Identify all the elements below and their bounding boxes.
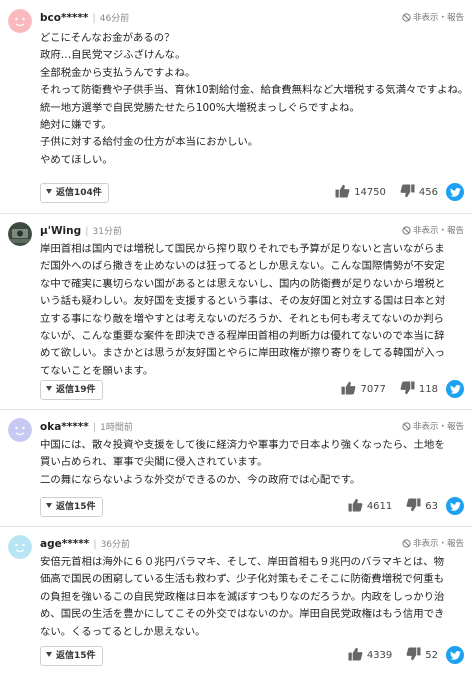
dislike-count: 118 <box>418 383 438 395</box>
dislike-count: 52 <box>425 649 438 661</box>
comment-line: 政府…自民党マジふざけんな。 <box>40 49 186 62</box>
comment-line: 全部税金から支払うんですよね。 <box>40 66 196 79</box>
hide-report-icon <box>402 13 411 22</box>
comment-body: 岸田首相は国内では増税して国民から搾り取りそれでも予算が足りないと言いながらま … <box>40 241 462 380</box>
hide-report-icon <box>402 422 411 431</box>
thumbs-down-icon[interactable] <box>406 497 421 515</box>
replies-button[interactable]: 返信15件 <box>40 646 103 666</box>
hide-report-label: 非表示・報告 <box>412 422 464 432</box>
comment-line: の負担を強いるこの自民党政権は日本を滅ぼすつもりなのだろうか。内政をしっかり治 <box>40 590 445 603</box>
comment-line: 統一地方選挙で自民党勝たせたら100%大増税まっしぐらですよね。 <box>40 101 360 114</box>
comment-line: 二の舞にならないような外交ができるのか、今の政府では心配です。 <box>40 473 361 486</box>
comment-line: 価高で国民の困窮している生活も救わず、少子化対策もそこそこに防衛費増税で何重も <box>40 573 444 586</box>
comment-line: それって防衛費や子供手当、育休10割給付金、給食費無料など大増税する気満々ですよ… <box>40 84 462 97</box>
hide-report-label: 非表示・報告 <box>412 13 464 23</box>
divider: | <box>92 13 96 24</box>
comment-line: 岸田首相は国内では増税して国民から搾り取りそれでも予算が足りないと言いながらま <box>40 243 445 255</box>
hide-report-link[interactable]: 非表示・報告 <box>402 419 464 435</box>
comment-line: 子供に対する給付金の仕方が本当におかしい。 <box>40 136 259 149</box>
thumbs-down-icon[interactable] <box>400 183 415 201</box>
hide-report-label: 非表示・報告 <box>412 226 464 236</box>
username[interactable]: bco***** <box>40 12 88 24</box>
twitter-icon[interactable] <box>446 646 464 664</box>
timestamp: 1時間前 <box>100 423 133 433</box>
comment-line: どこにそんなお金があるの？ <box>40 32 175 44</box>
comment-line: 立する事になり敵を増やすとは考えないのだろうか、それとも何も考えてないのか判ら <box>40 312 444 325</box>
comment-header: bco***** | 46分前 <box>40 10 129 26</box>
twitter-icon[interactable] <box>446 183 464 201</box>
comment-actions: 4611 63 <box>348 494 464 518</box>
comment-actions: 4339 52 <box>348 643 464 667</box>
like-count: 4611 <box>366 500 393 512</box>
hide-report-icon <box>402 539 411 548</box>
comment-line: め、国民の生活を豊かにしてこその外交ではないのか。岸田自民党政権はもう信用でき <box>40 608 445 621</box>
like-count: 4339 <box>366 649 393 661</box>
replies-label: 返信15件 <box>56 651 96 661</box>
timestamp: 31分前 <box>92 227 122 237</box>
thumbs-up-icon[interactable] <box>348 498 363 515</box>
avatar[interactable] <box>8 418 32 442</box>
hide-report-link[interactable]: 非表示・報告 <box>402 10 464 26</box>
comment-line: いう話も疑わしい。友好国を支援するという事は、その友好国と対立する国は日本と対 <box>40 295 446 308</box>
comment-line: 買い占められ、軍事で尖閣に侵入されています。 <box>40 456 268 469</box>
like-count: 7077 <box>360 383 386 395</box>
divider: | <box>93 539 97 550</box>
comment-3: oka***** | 1時間前 非表示・報告 中国には、散々投資や支援をして後に経済… <box>0 409 472 527</box>
username[interactable]: age***** <box>40 538 89 550</box>
twitter-icon[interactable] <box>446 380 464 398</box>
comment-line: 中国には、散々投資や支援をして後に経済力や軍事力で日本より強くなったら、土地を <box>40 439 445 451</box>
hide-report-icon <box>402 226 411 235</box>
comment-1: bco***** | 46分前 非表示・報告 どこにそんなお金があるの？ 政府…自民… <box>0 0 472 214</box>
triangle-down-icon <box>46 652 52 657</box>
thumbs-up-icon[interactable] <box>341 381 356 398</box>
hide-report-link[interactable]: 非表示・報告 <box>402 223 464 239</box>
comment-2: μ'Wing | 31分前 非表示・報告 岸田首相は国内では増税して国民から搾り取り… <box>0 213 472 410</box>
comment-header: μ'Wing | 31分前 <box>40 223 122 239</box>
thumbs-down-icon[interactable] <box>400 380 415 398</box>
avatar[interactable] <box>8 222 32 246</box>
comment-body: 中国には、散々投資や支援をして後に経済力や軍事力で日本より強くなったら、土地を … <box>40 437 462 489</box>
dislike-count: 63 <box>425 500 438 512</box>
dislike-count: 456 <box>418 186 438 198</box>
thumbs-down-icon[interactable] <box>406 646 421 664</box>
comment-body: 安倍元首相は海外に６０兆円バラマキ、そして、岸田首相も９兆円のバラマキとは、物 … <box>40 554 462 641</box>
triangle-down-icon <box>46 386 52 391</box>
replies-label: 返信19件 <box>56 385 96 395</box>
timestamp: 36分前 <box>100 540 131 550</box>
comment-line: ないが、こんな重要な案件を即決できる程岸田首相の判断力は優れてないので本当に辞 <box>40 330 445 343</box>
replies-button[interactable]: 返信15件 <box>40 497 103 517</box>
avatar[interactable] <box>8 535 32 559</box>
triangle-down-icon <box>46 189 52 194</box>
twitter-icon[interactable] <box>446 497 464 515</box>
comment-line: めて欲しい。まさかとは思うが友好国とやらに岸田政権が擦り寄りをしてる韓国が入っ <box>40 347 445 360</box>
timestamp: 46分前 <box>99 14 130 24</box>
replies-label: 返信15件 <box>56 502 96 512</box>
divider: | <box>92 422 97 433</box>
replies-button[interactable]: 返信19件 <box>40 380 103 400</box>
comment-body: どこにそんなお金があるの？ 政府…自民党マジふざけんな。 全部税金から支払うんで… <box>40 30 462 169</box>
replies-button[interactable]: 返信104件 <box>40 183 109 203</box>
comment-line: な中で確実に裏切らない国があるとは思えないし、国内の防衛費が足りないから増税と <box>40 277 446 290</box>
comment-line: 安倍元首相は海外に６０兆円バラマキ、そして、岸田首相も９兆円のバラマキとは、物 <box>40 556 444 568</box>
like-count: 14750 <box>354 186 386 198</box>
comment-line: ない。くるってるとしか思えない。 <box>40 625 206 638</box>
username[interactable]: μ'Wing <box>40 225 81 237</box>
divider: | <box>85 226 89 237</box>
comment-4: age***** | 36分前 非表示・報告 安倍元首相は海外に６０兆円バラマキ、そ… <box>0 526 472 679</box>
comment-header: oka***** | 1時間前 <box>40 419 133 435</box>
thumbs-up-icon[interactable] <box>348 647 363 664</box>
hide-report-link[interactable]: 非表示・報告 <box>402 536 464 552</box>
replies-label: 返信104件 <box>56 188 102 198</box>
comment-actions: 14750 456 <box>335 180 464 204</box>
comment-line: 絶対に嫌です。 <box>40 119 112 132</box>
avatar[interactable] <box>8 9 32 33</box>
username[interactable]: oka***** <box>40 421 89 433</box>
comment-line: やめてほしい。 <box>40 153 113 166</box>
hide-report-label: 非表示・報告 <box>412 539 464 549</box>
thumbs-up-icon[interactable] <box>335 184 350 201</box>
comment-line: だ国外へのばら撒きを止めないのは狂ってるとしか思えない。こんな国際情勢が不安定 <box>40 260 445 273</box>
triangle-down-icon <box>46 503 52 508</box>
comment-header: age***** | 36分前 <box>40 536 130 552</box>
comment-actions: 7077 118 <box>341 377 464 401</box>
